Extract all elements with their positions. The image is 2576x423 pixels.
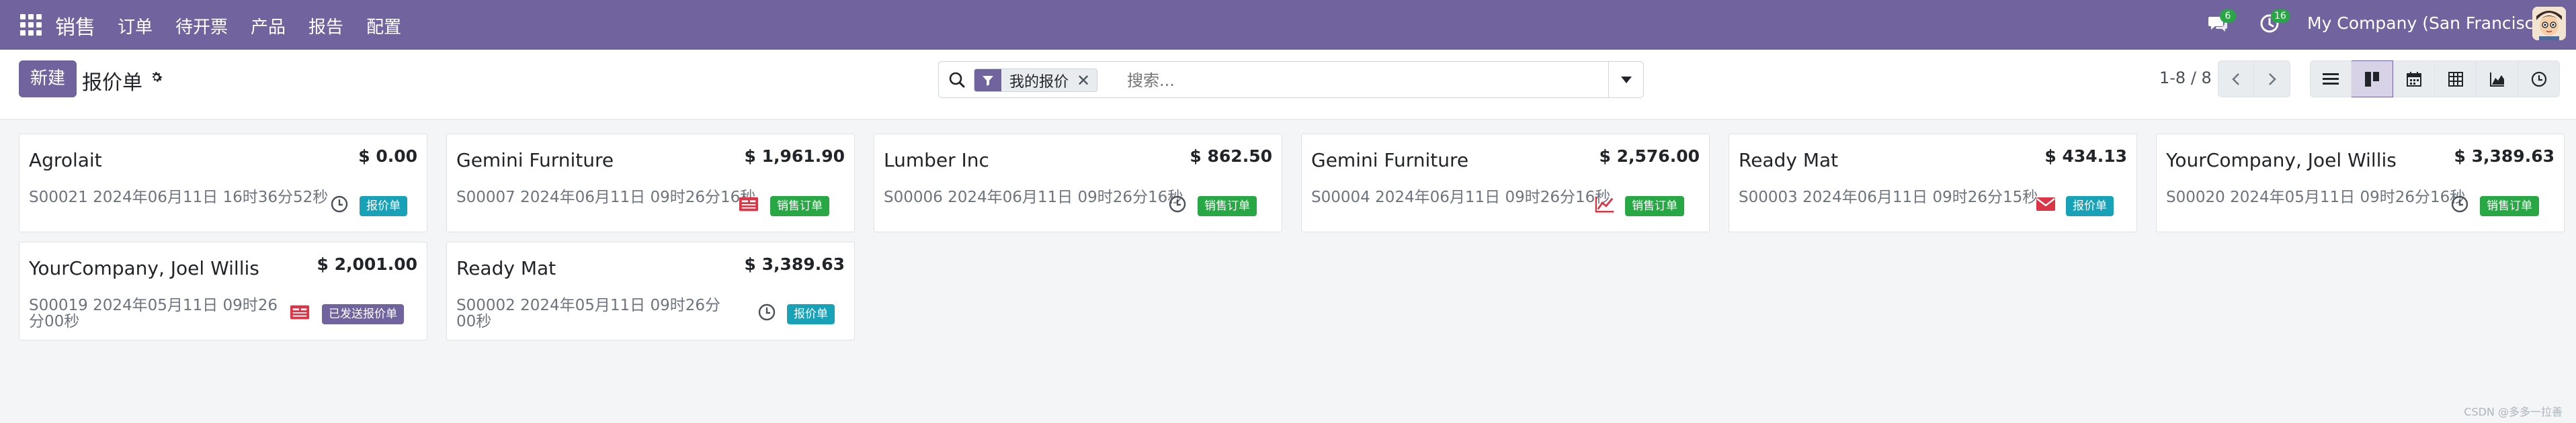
card-reference: S00004 2024年06月11日 09时26分16秒: [1311, 189, 1611, 206]
card-reference: S00019 2024年05月11日 09时26分00秒: [29, 297, 278, 330]
pivot-table-icon: [2448, 71, 2463, 87]
status-badge: 销售订单: [1198, 196, 1257, 216]
kanban-card[interactable]: Ready Mat $ 3,389.63 S00002 2024年05月11日 …: [446, 242, 855, 340]
status-badge: 报价单: [2066, 196, 2114, 216]
card-customer: Ready Mat: [1739, 149, 1839, 171]
menu-item-configuration[interactable]: 配置: [366, 13, 401, 38]
menu-item-products[interactable]: 产品: [251, 13, 286, 38]
status-badge: 报价单: [787, 304, 835, 324]
card-reference: S00021 2024年06月11日 16时36分52秒: [29, 189, 329, 206]
status-badge: 销售订单: [2480, 196, 2539, 216]
top-navbar: 销售 订单 待开票 产品 报告 配置 6 16 My Company (San …: [0, 0, 2576, 50]
kanban-card[interactable]: Gemini Furniture $ 1,961.90 S00007 2024年…: [446, 134, 855, 232]
page-title: 报价单: [82, 71, 142, 95]
card-amount: $ 0.00: [358, 146, 417, 166]
invoice-icon[interactable]: [290, 303, 310, 322]
kanban-view-button[interactable]: [2352, 60, 2393, 97]
calendar-view-button[interactable]: [2393, 60, 2435, 97]
menu-item-reporting[interactable]: 报告: [308, 13, 343, 38]
caret-down-icon: [1620, 76, 1632, 83]
status-badge: 已发送报价单: [322, 304, 404, 324]
facet-close-icon[interactable]: ✕: [1077, 71, 1097, 90]
gear-icon[interactable]: [149, 70, 164, 85]
status-badge: 销售订单: [1625, 196, 1684, 216]
user-avatar[interactable]: [2532, 7, 2566, 40]
card-customer: Agrolait: [29, 149, 102, 171]
view-switcher: [2310, 60, 2560, 97]
card-amount: $ 862.50: [1190, 146, 1272, 166]
card-reference: S00007 2024年06月11日 09时26分16秒: [456, 189, 756, 206]
watermark: CSDN @多多一拉善: [2464, 406, 2563, 418]
facet-label: 我的报价: [1009, 73, 1069, 91]
main-menu: 订单 待开票 产品 报告 配置: [118, 13, 424, 38]
list-icon: [2323, 73, 2339, 85]
search-bar: 我的报价 ✕: [938, 61, 1644, 98]
activity-view-button[interactable]: [2518, 60, 2560, 97]
invoice-icon[interactable]: [739, 195, 759, 214]
pager-previous-button[interactable]: [2218, 60, 2254, 97]
list-view-button[interactable]: [2310, 60, 2352, 97]
card-reference: S00003 2024年06月11日 09时26分15秒: [1739, 189, 2038, 206]
envelope-icon[interactable]: [2036, 195, 2056, 214]
kanban-card[interactable]: YourCompany, Joel Willis $ 3,389.63 S000…: [2156, 134, 2565, 232]
clock-icon[interactable]: [2450, 195, 2470, 214]
search-icon: [949, 72, 965, 88]
app-brand[interactable]: 销售: [55, 11, 95, 40]
kanban-card[interactable]: YourCompany, Joel Willis $ 2,001.00 S000…: [19, 242, 427, 340]
pager-next-button[interactable]: [2254, 60, 2290, 97]
card-customer: Gemini Furniture: [456, 149, 614, 171]
chat-badge: 6: [2220, 9, 2236, 23]
search-input[interactable]: [1127, 68, 1571, 92]
card-amount: $ 3,389.63: [2454, 146, 2554, 166]
control-panel: 新建 报价单 我的报价 ✕ 1-8 / 8: [0, 50, 2576, 120]
search-facet: 我的报价 ✕: [974, 68, 1098, 92]
status-badge: 报价单: [360, 196, 407, 216]
area-chart-icon: [2489, 72, 2504, 87]
card-amount: $ 1,961.90: [744, 146, 845, 166]
card-amount: $ 3,389.63: [744, 254, 845, 274]
clock-icon[interactable]: [329, 195, 349, 214]
chevron-right-icon: [2268, 73, 2276, 85]
clock-icon[interactable]: [1167, 195, 1188, 214]
graph-view-button[interactable]: [2477, 60, 2518, 97]
kanban-card[interactable]: Gemini Furniture $ 2,576.00 S00004 2024年…: [1301, 134, 1710, 232]
kanban-card[interactable]: Ready Mat $ 434.13 S00003 2024年06月11日 09…: [1729, 134, 2137, 232]
clock-icon[interactable]: [757, 303, 777, 322]
menu-item-to-invoice[interactable]: 待开票: [175, 13, 228, 38]
card-customer: Ready Mat: [456, 257, 556, 279]
card-customer: YourCompany, Joel Willis: [2166, 149, 2397, 171]
kanban-icon: [2364, 71, 2379, 87]
card-amount: $ 2,001.00: [317, 254, 417, 274]
activity-badge: 16: [2271, 9, 2290, 23]
filter-icon: [974, 69, 1001, 91]
menu-item-orders[interactable]: 订单: [118, 13, 153, 38]
calendar-icon: [2406, 71, 2421, 87]
search-dropdown-toggle[interactable]: [1608, 62, 1643, 97]
apps-grid-icon[interactable]: [20, 14, 42, 36]
kanban-card[interactable]: Agrolait $ 0.00 S00021 2024年06月11日 16时36…: [19, 134, 427, 232]
chevron-left-icon: [2232, 73, 2239, 85]
company-switcher[interactable]: My Company (San Francisco): [2307, 13, 2550, 33]
clock-icon: [2531, 71, 2546, 87]
new-button[interactable]: 新建: [19, 60, 77, 97]
card-customer: YourCompany, Joel Willis: [29, 257, 259, 279]
kanban-card[interactable]: Lumber Inc $ 862.50 S00006 2024年06月11日 0…: [874, 134, 1282, 232]
pager-value[interactable]: 1-8 / 8: [2159, 68, 2212, 87]
card-amount: $ 434.13: [2044, 146, 2127, 166]
card-customer: Lumber Inc: [884, 149, 989, 171]
card-amount: $ 2,576.00: [1599, 146, 1700, 166]
card-reference: S00002 2024年05月11日 09时26分00秒: [456, 297, 720, 330]
pivot-view-button[interactable]: [2435, 60, 2477, 97]
chart-line-icon[interactable]: [1595, 195, 1615, 214]
card-reference: S00006 2024年06月11日 09时26分16秒: [884, 189, 1183, 206]
card-customer: Gemini Furniture: [1311, 149, 1469, 171]
card-reference: S00020 2024年05月11日 09时26分16秒: [2166, 189, 2466, 206]
status-badge: 销售订单: [770, 196, 829, 216]
